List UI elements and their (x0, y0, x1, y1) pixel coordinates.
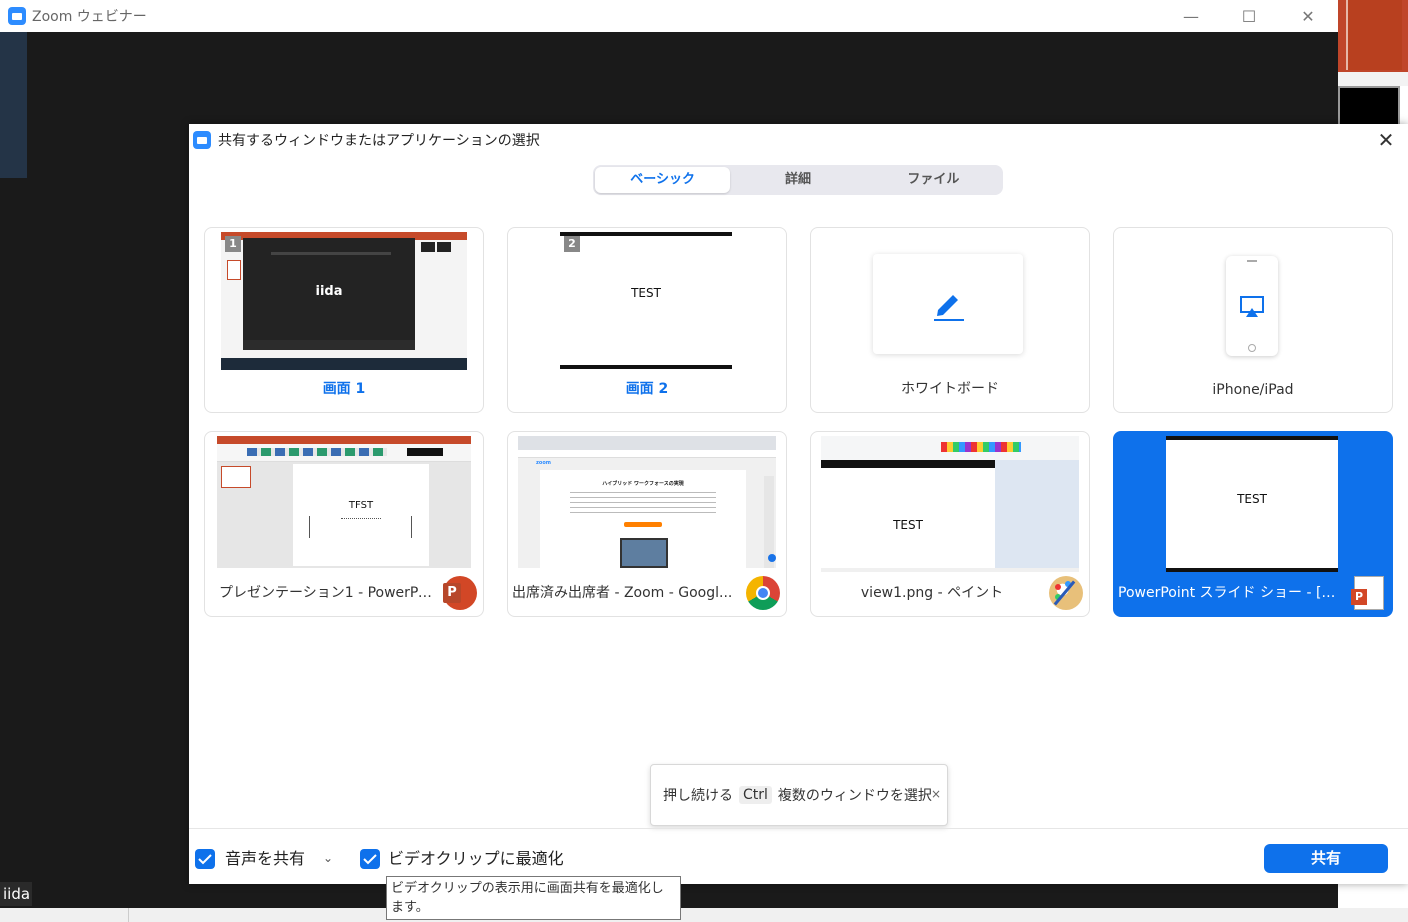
phone-device-icon (1226, 256, 1278, 356)
dialog-title-bar: 共有するウィンドウまたはアプリケーションの選択 (189, 124, 1408, 156)
slideshow-thumb-text: TEST (1237, 492, 1267, 506)
share-tile-powerpoint[interactable]: TFST プレゼンテーション1 - PowerPoint P (204, 431, 484, 617)
chrome-thumbnail: zoom ハイブリッド ワークフォースの実現 (518, 436, 776, 568)
left-panel-strip (0, 32, 27, 178)
footer-divider (189, 828, 1408, 829)
hint-close-button[interactable]: × (931, 787, 941, 801)
optimize-video-tooltip: ビデオクリップの表示用に画面共有を最適化します。 (386, 876, 681, 920)
hint-prefix: 押し続ける (663, 788, 733, 804)
tile-label: PowerPoint スライド ショー - [プレゼ... (1118, 585, 1348, 601)
tile-label: iPhone/iPad (1212, 382, 1294, 398)
hint-suffix: 複数のウィンドウを選択 (777, 788, 932, 804)
optimize-video-label[interactable]: ビデオクリップに最適化 (388, 848, 564, 870)
screen-1-thumbnail: iida (221, 232, 467, 370)
multi-select-hint: 押し続ける Ctrl 複数のウィンドウを選択 × (650, 764, 948, 826)
paint-thumbnail: TEST (821, 436, 1079, 572)
zoom-title-bar: Zoom ウェビナー — ☐ ✕ (0, 0, 1338, 32)
slideshow-thumbnail: TEST (1166, 436, 1338, 572)
share-tile-paint[interactable]: TEST view1.png - ペイント (810, 431, 1090, 617)
zoom-app-icon (8, 7, 26, 25)
share-options-grid: iida 1 画面 1 TEST 2 画面 2 ホワイトボード iPhone/i… (204, 227, 1394, 619)
share-tile-iphone-ipad[interactable]: iPhone/iPad (1113, 227, 1393, 413)
share-tile-screen-2[interactable]: TEST 2 画面 2 (507, 227, 787, 413)
hint-key: Ctrl (739, 786, 772, 804)
powerpoint-thumbnail: TFST (217, 436, 471, 568)
checkmark-icon (198, 854, 212, 865)
tile-label: view1.png - ペイント (860, 585, 1004, 601)
tile-label: プレゼンテーション1 - PowerPoint (219, 585, 439, 601)
share-tile-screen-1[interactable]: iida 1 画面 1 (204, 227, 484, 413)
participant-name-label: iida (0, 882, 32, 906)
optimize-video-checkbox[interactable] (360, 849, 380, 869)
window-title: Zoom ウェビナー (32, 9, 147, 25)
share-audio-label[interactable]: 音声を共有 (225, 848, 305, 870)
background-black-window (1338, 86, 1400, 126)
screen-2-thumbnail: TEST (560, 232, 732, 369)
close-window-button[interactable]: ✕ (1279, 0, 1337, 32)
share-tile-powerpoint-slideshow[interactable]: TEST PowerPoint スライド ショー - [プレゼ... P (1113, 431, 1393, 617)
checkmark-icon (363, 854, 377, 865)
powerpoint-app-icon: P (443, 576, 477, 610)
tile-label: 出席済み出席者 - Zoom - Googl... (512, 585, 733, 601)
share-button[interactable]: 共有 (1264, 844, 1388, 873)
paint-palette-icon (1049, 576, 1083, 610)
dialog-close-button[interactable]: ✕ (1376, 128, 1396, 152)
screen-2-thumb-text: TEST (631, 286, 661, 300)
tile-label: 画面 1 (322, 381, 366, 397)
chrome-thumb-heading: ハイブリッド ワークフォースの実現 (602, 481, 684, 487)
airplay-icon (1240, 296, 1264, 317)
share-screen-dialog: 共有するウィンドウまたはアプリケーションの選択 ✕ ベーシック 詳細 ファイル … (189, 124, 1408, 884)
paint-thumb-text: TEST (893, 518, 923, 532)
powerpoint-thumb-text: TFST (348, 500, 374, 511)
share-tile-whiteboard[interactable]: ホワイトボード (810, 227, 1090, 413)
share-tile-chrome[interactable]: zoom ハイブリッド ワークフォースの実現 出席済み出席者 - Zoom - … (507, 431, 787, 617)
tile-label: 画面 2 (625, 381, 669, 397)
tab-advanced[interactable]: 詳細 (730, 167, 865, 193)
chevron-down-icon[interactable]: ⌄ (323, 851, 333, 865)
pencil-icon (934, 295, 964, 321)
screen-number-badge: 2 (564, 236, 580, 252)
zoom-app-icon (193, 131, 211, 149)
chrome-app-icon (746, 576, 780, 610)
screen-1-thumb-text: iida (315, 284, 343, 299)
maximize-button[interactable]: ☐ (1220, 0, 1278, 32)
share-audio-checkbox[interactable] (195, 849, 215, 869)
bottom-taskbar-edge (0, 908, 1408, 922)
background-powerpoint-window (1338, 0, 1408, 72)
screen-number-badge: 1 (225, 236, 241, 252)
dialog-title: 共有するウィンドウまたはアプリケーションの選択 (218, 133, 540, 149)
powerpoint-file-icon: P (1351, 576, 1384, 610)
share-tabs: ベーシック 詳細 ファイル (593, 165, 1003, 195)
whiteboard-card (873, 254, 1023, 354)
minimize-button[interactable]: — (1162, 0, 1220, 32)
tile-label: ホワイトボード (901, 381, 999, 397)
zoom-logo-text: zoom (536, 460, 551, 466)
tab-basic[interactable]: ベーシック (595, 167, 731, 193)
tab-files[interactable]: ファイル (866, 167, 1001, 193)
